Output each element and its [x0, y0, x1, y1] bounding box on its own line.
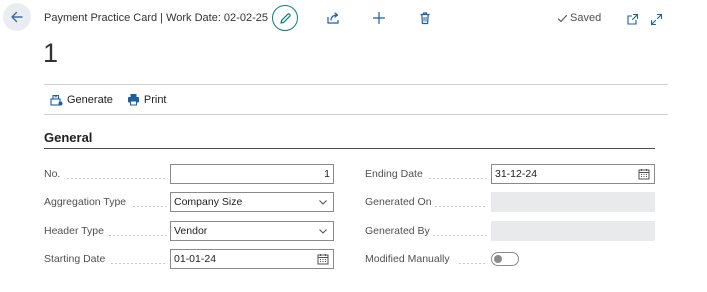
starting-date-label: Starting Date — [44, 253, 106, 265]
share-button[interactable] — [325, 10, 341, 26]
modified-manually-toggle[interactable] — [491, 252, 519, 266]
aggregation-type-value: Company Size — [174, 196, 243, 208]
aggregation-type-label: Aggregation Type — [44, 196, 127, 208]
edit-button[interactable] — [272, 5, 298, 31]
saved-label: Saved — [570, 12, 602, 24]
calendar-icon[interactable] — [637, 167, 651, 181]
header-type-label: Header Type — [44, 225, 104, 237]
general-group-title[interactable]: General — [44, 130, 92, 145]
modified-manually-label: Modified Manually — [365, 253, 450, 265]
expand-button[interactable] — [648, 11, 664, 27]
leader-dots — [458, 263, 486, 264]
no-field[interactable]: 1 — [170, 164, 334, 184]
share-icon — [326, 11, 340, 25]
print-action[interactable]: Print — [127, 93, 167, 106]
ending-date-field[interactable]: 31-12-24 — [491, 164, 655, 184]
ending-date-value: 31-12-24 — [495, 168, 538, 180]
saved-status: Saved — [557, 12, 601, 24]
no-value: 1 — [324, 168, 330, 180]
calendar-icon[interactable] — [316, 252, 330, 266]
starting-date-field[interactable]: 01-01-24 — [170, 249, 334, 269]
group-underline — [44, 148, 655, 149]
page-caption: Payment Practice Card | Work Date: 02-02… — [44, 12, 268, 24]
generated-on-label: Generated On — [365, 196, 432, 208]
new-button[interactable] — [371, 10, 387, 26]
divider — [44, 84, 668, 85]
generate-label: Generate — [67, 93, 113, 106]
toggle-knob — [494, 255, 502, 263]
printer-icon — [127, 93, 140, 106]
chevron-down-icon — [316, 195, 330, 209]
leader-dots — [110, 263, 166, 264]
leader-dots — [428, 178, 486, 179]
trash-icon — [418, 11, 432, 25]
action-bar: Generate Print — [50, 93, 167, 106]
leader-dots — [432, 235, 486, 236]
leader-dots — [66, 178, 166, 179]
generated-on-field — [491, 192, 655, 212]
back-button[interactable] — [3, 3, 31, 31]
header-type-value: Vendor — [174, 225, 208, 237]
delete-button[interactable] — [417, 10, 433, 26]
no-label: No. — [44, 168, 61, 180]
checkmark-icon — [557, 13, 568, 24]
starting-date-value: 01-01-24 — [174, 253, 217, 265]
leader-dots — [434, 206, 486, 207]
leader-dots — [132, 206, 166, 207]
leader-dots — [108, 235, 166, 236]
open-new-window-button[interactable] — [624, 11, 640, 27]
generated-by-label: Generated By — [365, 225, 430, 237]
chevron-down-icon — [316, 224, 330, 238]
plus-icon — [372, 11, 386, 25]
open-in-new-icon — [626, 13, 639, 26]
ending-date-label: Ending Date — [365, 168, 423, 180]
generate-action[interactable]: Generate — [50, 93, 113, 106]
expand-icon — [650, 13, 663, 26]
pencil-icon — [279, 12, 292, 25]
divider — [44, 114, 668, 115]
generate-icon — [50, 93, 63, 106]
header-type-select[interactable]: Vendor — [170, 221, 334, 241]
print-label: Print — [143, 93, 167, 106]
record-title: 1 — [43, 38, 59, 68]
aggregation-type-select[interactable]: Company Size — [170, 192, 334, 212]
arrow-left-icon — [10, 10, 24, 24]
generated-by-field — [491, 221, 655, 241]
